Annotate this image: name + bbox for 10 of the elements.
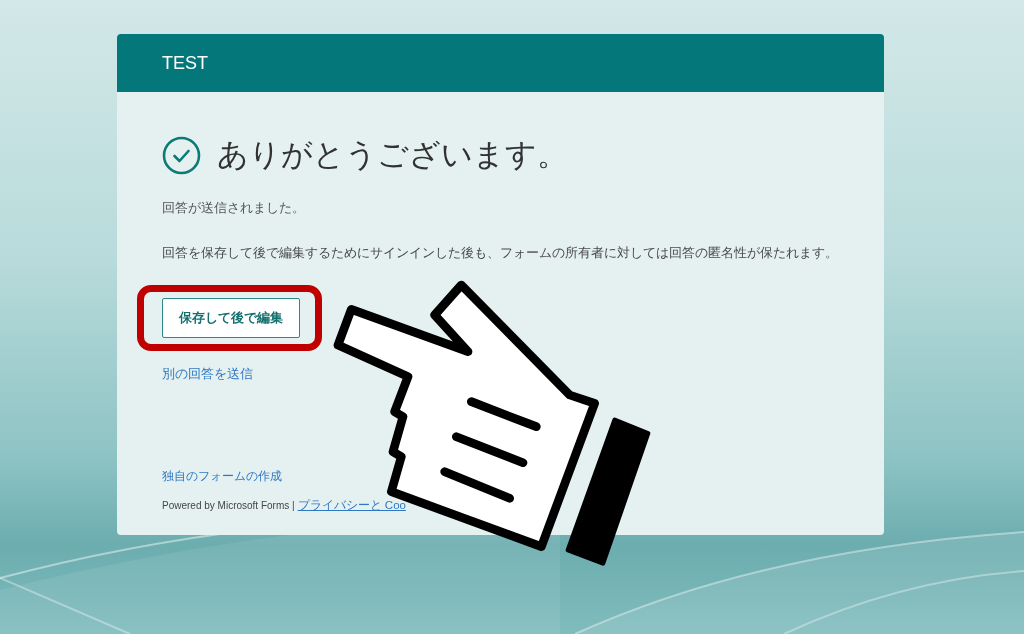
submitted-message: 回答が送信されました。 <box>162 199 305 217</box>
check-circle-icon <box>162 135 201 175</box>
thank-you-heading: ありがとうございます。 <box>217 136 568 174</box>
powered-by-text: Powered by Microsoft Forms | <box>162 499 295 513</box>
save-button[interactable]: 保存して後で編集 <box>162 298 300 338</box>
sign-in-note: 回答を保存して後で編集するためにサインインした後も、フォームの所有者に対しては回答の匿名性が保たれます。 <box>162 245 838 262</box>
create-form-link[interactable]: 独自のフォームの作成 <box>162 467 282 485</box>
privacy-link[interactable]: プライバシーと Coo <box>297 496 406 514</box>
form-title: TEST <box>162 52 208 74</box>
submit-another-link[interactable]: 別の回答を送信 <box>162 365 253 383</box>
